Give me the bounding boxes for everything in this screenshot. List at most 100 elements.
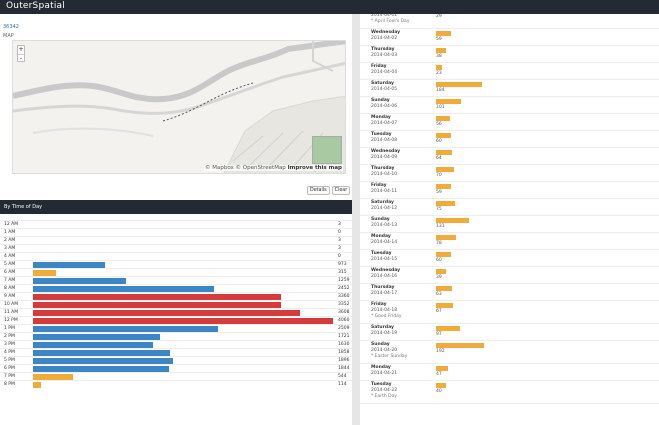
hour-bar <box>33 382 41 388</box>
day-name: Tuesday <box>371 251 392 256</box>
day-date: 2014-04-10 <box>371 172 398 177</box>
day-date: 2014-04-03 <box>371 53 398 58</box>
hour-value: 2509 <box>338 326 350 331</box>
hour-value: 1259 <box>338 278 350 283</box>
day-value: 47 <box>436 372 442 377</box>
hour-label: 2 AM <box>4 238 16 243</box>
day-date: 2014-04-17 <box>371 291 398 296</box>
day-value: 101 <box>436 105 445 110</box>
day-row: Tuesday 2014-04-22 * Earth Day 40 <box>360 381 659 404</box>
day-name: Monday <box>371 234 391 239</box>
day-bar <box>436 383 446 388</box>
clear-button[interactable]: Clear <box>331 186 351 195</box>
day-value: 29 <box>436 14 442 19</box>
day-row: Saturday 2014-04-05 184 <box>360 80 659 97</box>
day-value: 131 <box>436 224 445 229</box>
day-value: 39 <box>436 275 442 280</box>
day-date: 2014-04-15 <box>371 257 398 262</box>
day-date: 2014-04-11 <box>371 189 398 194</box>
right-panel: Tuesday 2014-04-01 * April Fool's Day 29… <box>360 14 659 425</box>
hour-value: 544 <box>338 374 347 379</box>
hour-label: 1 PM <box>4 326 15 331</box>
hour-value: 1858 <box>338 350 350 355</box>
hour-label: 12 AM <box>4 222 19 227</box>
day-name: Saturday <box>371 325 394 330</box>
day-date: 2014-04-06 <box>371 104 398 109</box>
day-name: Wednesday <box>371 149 401 154</box>
day-name: Monday <box>371 365 391 370</box>
hour-row: 2 PM 1721 <box>0 332 352 340</box>
app-title: OuterSpatial <box>6 1 65 11</box>
day-value: 184 <box>436 88 445 93</box>
zoom-in-button[interactable]: + <box>18 46 24 54</box>
day-value: 38 <box>436 54 442 59</box>
hour-row: 8 AM 2452 <box>0 284 352 292</box>
hour-row: 5 PM 1896 <box>0 356 352 364</box>
zoom-out-button[interactable]: - <box>18 54 24 62</box>
hour-label: 4 AM <box>4 254 16 259</box>
hour-value: 315 <box>338 270 347 275</box>
day-name: Thursday <box>371 47 395 52</box>
hour-row: 10 AM 3352 <box>0 300 352 308</box>
map[interactable]: + - © Mapbox © OpenStreetMap Improve thi… <box>12 40 346 174</box>
day-bar <box>436 343 484 348</box>
hour-label: 6 PM <box>4 366 15 371</box>
day-bar <box>436 201 455 206</box>
hour-label: 7 PM <box>4 374 15 379</box>
hour-label: 8 AM <box>4 286 16 291</box>
day-value: 56 <box>436 122 442 127</box>
day-date: 2014-04-08 <box>371 138 398 143</box>
improve-map-link[interactable]: Improve this map <box>288 165 342 171</box>
hour-value: 3 <box>338 238 341 243</box>
map-attribution: © Mapbox © OpenStreetMap Improve this ma… <box>204 165 343 171</box>
day-row: Monday 2014-04-07 56 <box>360 114 659 131</box>
hour-value: 1896 <box>338 358 350 363</box>
details-button[interactable]: Details <box>307 186 330 195</box>
day-name: Thursday <box>371 285 395 290</box>
day-note: * Earth Day <box>371 394 398 399</box>
day-date: 2014-04-12 <box>371 206 398 211</box>
day-name: Friday <box>371 302 387 307</box>
day-value: 59 <box>436 37 442 42</box>
day-name: Sunday <box>371 217 390 222</box>
day-date: 2014-04-20 <box>371 348 398 353</box>
day-row: Wednesday 2014-04-09 64 <box>360 148 659 165</box>
hour-row: 5 AM 973 <box>0 260 352 268</box>
hour-label: 7 AM <box>4 278 16 283</box>
day-date: 2014-04-19 <box>371 331 398 336</box>
hour-row: 7 PM 544 <box>0 372 352 380</box>
layer-thumbnail[interactable] <box>312 136 342 164</box>
time-of-day-header: By Time of Day <box>0 200 352 214</box>
day-date: 2014-04-07 <box>371 121 398 126</box>
hour-label: 5 PM <box>4 358 15 363</box>
day-date: 2014-04-09 <box>371 155 398 160</box>
day-name: Tuesday <box>371 132 392 137</box>
day-bar <box>436 133 451 138</box>
hour-row: 4 PM 1858 <box>0 348 352 356</box>
hour-row: 6 AM 315 <box>0 268 352 276</box>
day-value: 78 <box>436 241 442 246</box>
zoom-control: + - <box>17 45 25 62</box>
top-bar: OuterSpatial <box>0 0 659 14</box>
day-row: Friday 2014-04-11 59 <box>360 182 659 199</box>
day-bar <box>436 269 446 274</box>
hour-label: 2 PM <box>4 334 15 339</box>
day-bar <box>436 326 460 331</box>
site-id-link[interactable]: 36342 <box>3 24 19 30</box>
day-value: 192 <box>436 349 445 354</box>
day-value: 63 <box>436 292 442 297</box>
day-row: Sunday 2014-04-13 131 <box>360 216 659 233</box>
day-name: Saturday <box>371 200 394 205</box>
hour-label: 8 PM <box>4 382 15 387</box>
day-bar <box>436 99 461 104</box>
hour-row: 7 AM 1259 <box>0 276 352 284</box>
hour-row: 1 AM 0 <box>0 228 352 236</box>
day-row: Saturday 2014-04-12 75 <box>360 199 659 216</box>
day-name: Tuesday <box>371 382 392 387</box>
day-date: 2014-04-01 <box>371 14 398 18</box>
map-buttons: Details Clear <box>307 186 351 195</box>
day-bar <box>436 150 452 155</box>
day-value: 60 <box>436 139 442 144</box>
day-row: Wednesday 2014-04-16 39 <box>360 267 659 284</box>
day-note: * Easter Sunday <box>371 354 408 359</box>
